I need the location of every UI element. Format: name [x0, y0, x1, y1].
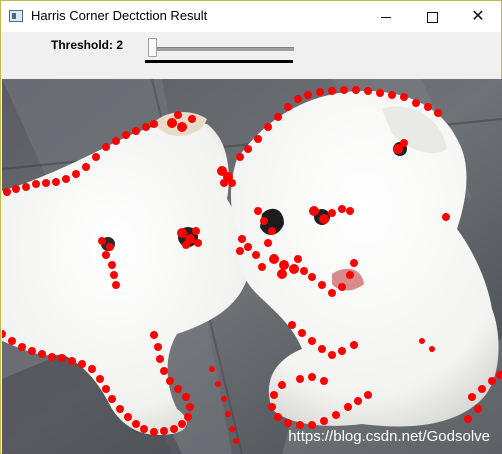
close-icon: ✕ — [471, 8, 485, 25]
trackbar-panel: Threshold: 2 — [1, 32, 501, 79]
maximize-button[interactable] — [409, 1, 455, 32]
app-window-icon — [9, 10, 23, 22]
title-bar[interactable]: Harris Corner Dectction Result ✕ — [1, 1, 501, 32]
threshold-slider[interactable] — [144, 36, 294, 60]
minimize-icon — [381, 16, 391, 18]
maximize-icon — [426, 11, 438, 23]
slider-thumb[interactable] — [148, 38, 157, 57]
watermark-text: https://blog.csdn.net/Godsolve — [288, 428, 490, 445]
close-button[interactable]: ✕ — [455, 1, 501, 32]
puppies-image: https://blog.csdn.net/Godsolve — [2, 79, 502, 454]
result-image: https://blog.csdn.net/Godsolve — [2, 79, 502, 454]
window-title: Harris Corner Dectction Result — [31, 8, 208, 23]
threshold-label: Threshold: 2 — [51, 38, 124, 52]
app-window: Harris Corner Dectction Result ✕ Thresho… — [0, 0, 502, 454]
slider-track[interactable] — [150, 47, 294, 51]
minimize-button[interactable] — [363, 1, 409, 32]
slider-underline — [145, 60, 293, 63]
